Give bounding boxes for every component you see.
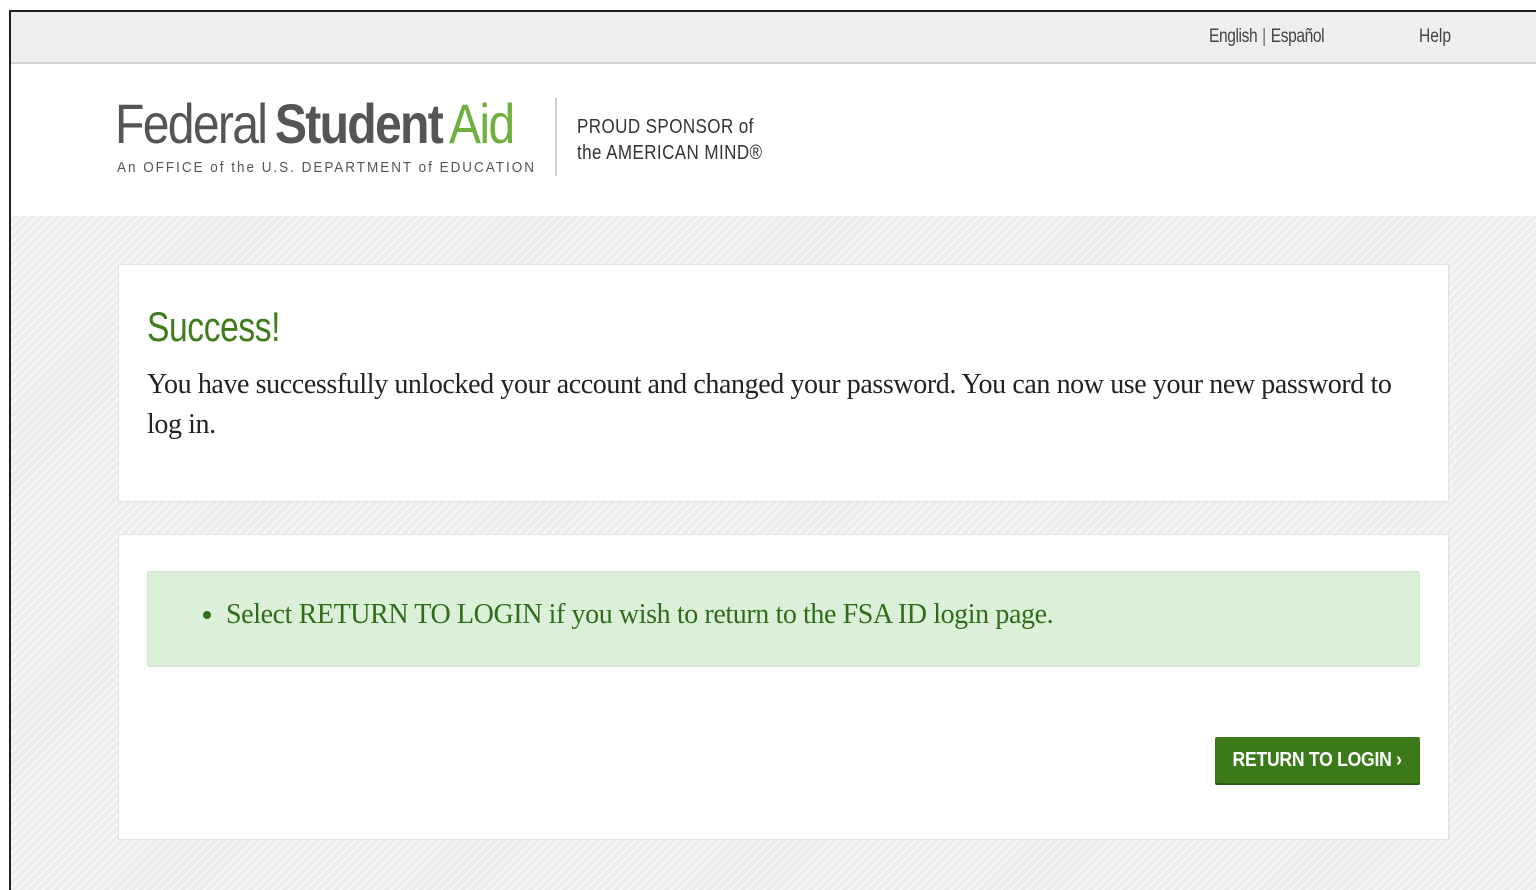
language-switcher: English | Español <box>1209 26 1325 48</box>
language-english-link[interactable]: English <box>1209 26 1258 47</box>
logo-tagline: An OFFICE of the U.S. DEPARTMENT of EDUC… <box>117 159 536 176</box>
site-header: Federal Student Aid An OFFICE of the U.S. … <box>11 64 1536 216</box>
info-list: Select RETURN TO LOGIN if you wish to re… <box>148 599 1054 631</box>
logo-divider <box>555 98 557 176</box>
sponsor-tagline: PROUD SPONSOR of the AMERICAN MIND® <box>577 114 762 166</box>
success-card: Success! You have successfully unlocked … <box>118 264 1449 502</box>
info-list-item: Select RETURN TO LOGIN if you wish to re… <box>226 599 1054 631</box>
federal-student-aid-logo[interactable]: Federal Student Aid <box>115 92 515 155</box>
browser-frame: English | Español Help Federal Student Aid A… <box>9 10 1536 890</box>
logo-federal-text: Federal <box>115 92 268 155</box>
logo-aid-text: Aid <box>448 92 515 155</box>
sponsor-line-1: PROUD SPONSOR of <box>577 116 754 138</box>
return-to-login-button[interactable]: RETURN TO LOGIN › <box>1215 737 1420 783</box>
language-spanish-link[interactable]: Español <box>1271 26 1325 47</box>
help-link[interactable]: Help <box>1419 26 1451 48</box>
utility-bar: English | Español Help <box>11 12 1536 64</box>
actions-card: Select RETURN TO LOGIN if you wish to re… <box>118 534 1449 840</box>
success-message: You have successfully unlocked your acco… <box>147 369 1392 440</box>
logo-student-text: Student <box>274 92 444 155</box>
sponsor-line-2: the AMERICAN MIND® <box>577 142 763 164</box>
info-alert: Select RETURN TO LOGIN if you wish to re… <box>147 571 1420 667</box>
success-heading: Success! <box>147 303 281 350</box>
return-to-login-label: RETURN TO LOGIN › <box>1232 748 1403 771</box>
main-content: Success! You have successfully unlocked … <box>11 216 1536 890</box>
language-separator: | <box>1262 26 1266 47</box>
